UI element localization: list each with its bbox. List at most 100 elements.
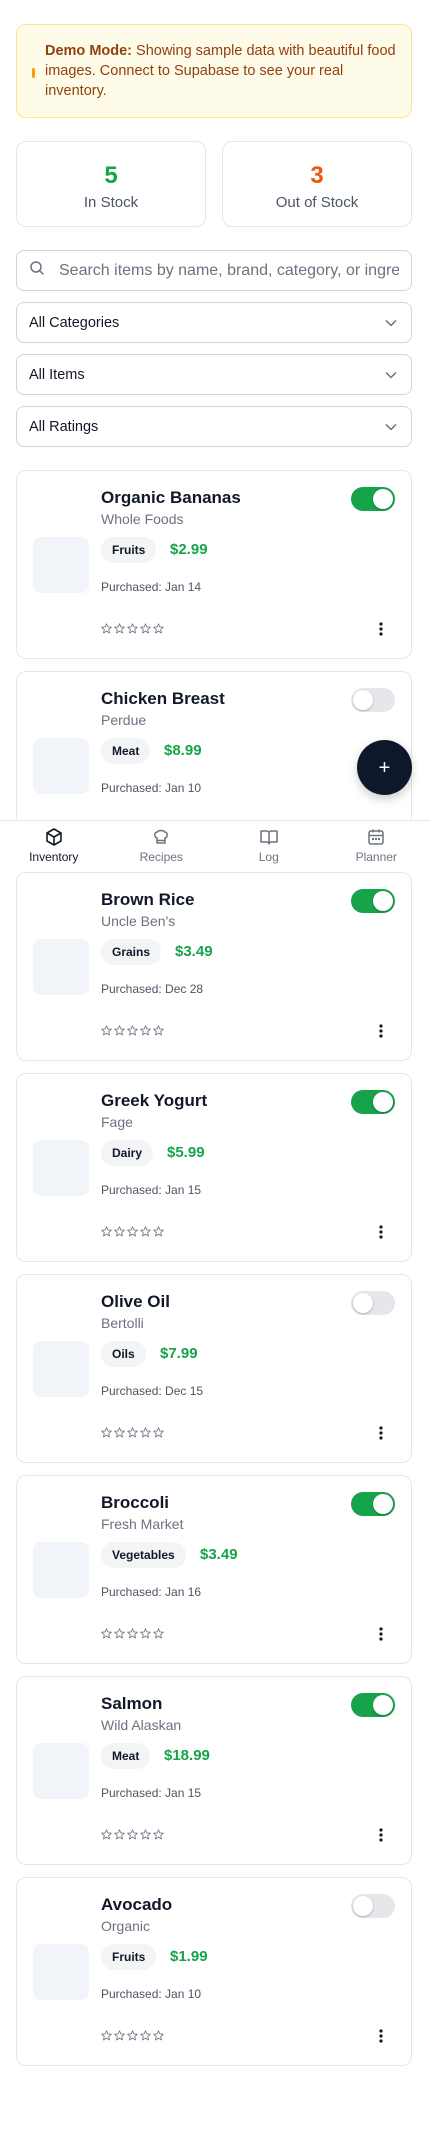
item-card[interactable]: Organic Bananas Whole Foods Fruits $2.99 Pur… [16, 470, 412, 659]
more-options-icon[interactable] [379, 2029, 383, 2048]
stock-toggle[interactable] [351, 1492, 395, 1516]
star-icon[interactable] [114, 1023, 125, 1041]
nav-label: Planner [355, 850, 397, 864]
star-icon[interactable] [114, 1626, 125, 1644]
item-name: Greek Yogurt [101, 1091, 208, 1110]
chevron-down-icon [385, 367, 397, 383]
star-icon[interactable] [127, 1224, 138, 1242]
item-card[interactable]: Avocado Organic Fruits $1.99 Purchased: Jan … [16, 1877, 412, 2066]
star-icon[interactable] [114, 1224, 125, 1242]
star-icon[interactable] [127, 621, 138, 639]
star-icon[interactable] [140, 2028, 151, 2046]
stock-toggle[interactable] [351, 889, 395, 913]
item-image [33, 1542, 89, 1598]
toggle-knob [373, 1494, 393, 1514]
star-icon[interactable] [153, 621, 164, 639]
star-icon[interactable] [140, 1827, 151, 1845]
rating-stars[interactable] [101, 1023, 164, 1041]
rating-stars[interactable] [101, 621, 164, 639]
category-badge: Vegetables [101, 1542, 186, 1568]
item-price: $18.99 [164, 1747, 210, 1764]
toggle-knob [373, 1695, 393, 1715]
star-icon[interactable] [140, 1626, 151, 1644]
star-icon[interactable] [101, 2028, 112, 2046]
rating-filter-value: All Ratings [29, 418, 99, 435]
star-icon[interactable] [153, 1827, 164, 1845]
star-icon[interactable] [101, 1626, 112, 1644]
rating-filter-select[interactable]: All Ratings [16, 406, 412, 447]
star-icon[interactable] [153, 1425, 164, 1443]
nav-item-planner[interactable]: Planner [323, 821, 430, 871]
item-brand: Perdue [101, 712, 147, 728]
star-icon[interactable] [127, 1626, 138, 1644]
star-icon[interactable] [101, 1224, 112, 1242]
item-card[interactable]: Brown Rice Uncle Ben's Grains $3.49 Purchase… [16, 872, 412, 1061]
star-icon[interactable] [140, 1023, 151, 1041]
more-options-icon[interactable] [379, 1627, 383, 1646]
bottom-navigation: Inventory Recipes Log Planner [0, 820, 430, 871]
stock-filter-select[interactable]: All Items [16, 354, 412, 395]
star-icon[interactable] [153, 1626, 164, 1644]
stock-toggle[interactable] [351, 688, 395, 712]
item-name: Chicken Breast [101, 689, 225, 708]
item-image [33, 1944, 89, 2000]
item-card[interactable]: Greek Yogurt Fage Dairy $5.99 Purchased: Jan… [16, 1073, 412, 1262]
star-icon[interactable] [101, 1023, 112, 1041]
star-icon[interactable] [127, 1425, 138, 1443]
star-icon[interactable] [114, 1827, 125, 1845]
category-badge: Fruits [101, 1944, 157, 1970]
star-icon[interactable] [127, 1827, 138, 1845]
star-icon[interactable] [140, 621, 151, 639]
nav-item-log[interactable]: Log [215, 821, 323, 871]
star-icon[interactable] [140, 1425, 151, 1443]
star-icon[interactable] [153, 1224, 164, 1242]
stock-toggle[interactable] [351, 1693, 395, 1717]
star-icon[interactable] [101, 621, 112, 639]
toggle-knob [353, 690, 373, 710]
nav-item-inventory[interactable]: Inventory [0, 821, 108, 871]
star-icon[interactable] [127, 2028, 138, 2046]
stock-toggle[interactable] [351, 1291, 395, 1315]
in-stock-label: In Stock [83, 194, 139, 211]
star-icon[interactable] [153, 1023, 164, 1041]
purchase-date: Purchased: Jan 16 [101, 1585, 202, 1599]
star-icon[interactable] [114, 2028, 125, 2046]
star-icon[interactable] [114, 1425, 125, 1443]
star-icon[interactable] [153, 2028, 164, 2046]
rating-stars[interactable] [101, 1224, 164, 1242]
star-icon[interactable] [101, 1827, 112, 1845]
more-options-icon[interactable] [379, 1225, 383, 1244]
more-options-icon[interactable] [379, 1426, 383, 1445]
item-name: Broccoli [101, 1493, 170, 1512]
calendar-icon [323, 827, 430, 847]
star-icon[interactable] [114, 621, 125, 639]
add-item-button[interactable]: + [357, 740, 412, 795]
rating-stars[interactable] [101, 1626, 164, 1644]
star-icon[interactable] [101, 1425, 112, 1443]
more-options-icon[interactable] [379, 1024, 383, 1043]
item-card[interactable]: Olive Oil Bertolli Oils $7.99 Purchased: Dec… [16, 1274, 412, 1463]
item-image [33, 939, 89, 995]
item-card[interactable]: Salmon Wild Alaskan Meat $18.99 Purchased: J… [16, 1676, 412, 1865]
out-of-stock-count: 3 [310, 162, 324, 189]
nav-item-recipes[interactable]: Recipes [108, 821, 216, 871]
search-box [16, 250, 412, 291]
search-input[interactable] [57, 260, 401, 281]
stock-filter-value: All Items [29, 366, 85, 383]
star-icon[interactable] [140, 1224, 151, 1242]
more-options-icon[interactable] [379, 622, 383, 641]
more-options-icon[interactable] [379, 1828, 383, 1847]
rating-stars[interactable] [101, 1425, 164, 1443]
category-filter-select[interactable]: All Categories [16, 302, 412, 343]
category-badge: Meat [101, 738, 151, 764]
category-filter-value: All Categories [29, 314, 120, 331]
item-card[interactable]: Broccoli Fresh Market Vegetables $3.49 Purch… [16, 1475, 412, 1664]
star-icon[interactable] [127, 1023, 138, 1041]
stock-toggle[interactable] [351, 1090, 395, 1114]
stock-toggle[interactable] [351, 487, 395, 511]
rating-stars[interactable] [101, 2028, 164, 2046]
item-brand: Uncle Ben's [101, 913, 176, 929]
rating-stars[interactable] [101, 1827, 164, 1845]
in-stock-stat: 5 In Stock [16, 141, 206, 227]
stock-toggle[interactable] [351, 1894, 395, 1918]
